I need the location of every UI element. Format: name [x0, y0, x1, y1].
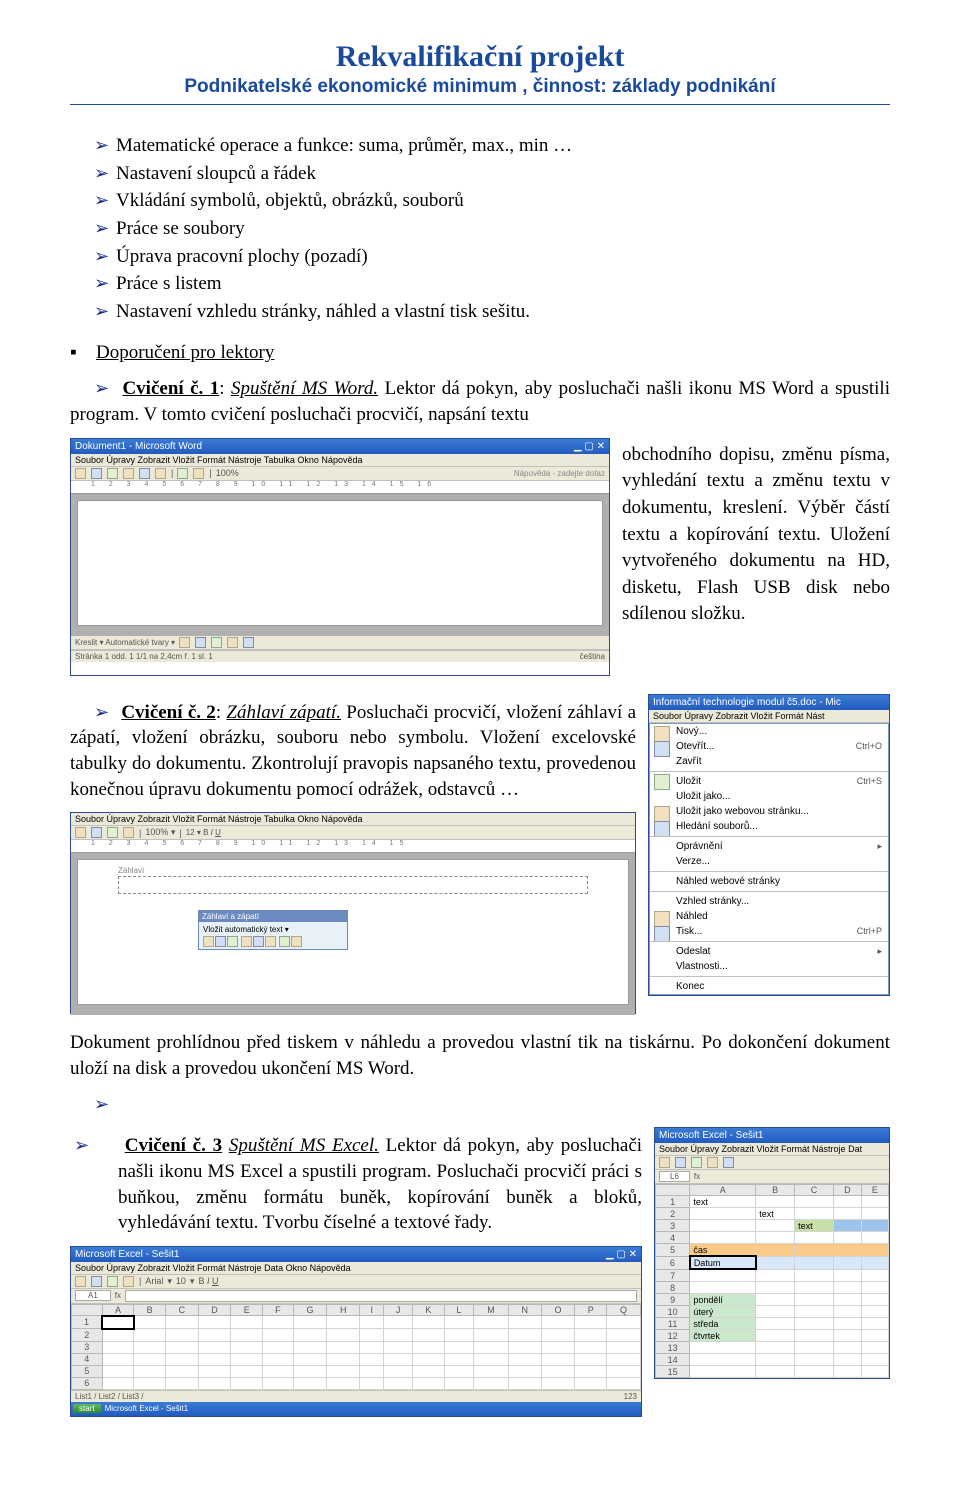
- toolbar-standard[interactable]: | |100% Nápověda - zadejte dotaz: [71, 467, 609, 481]
- cv1-right-text: obchodního dopisu, změnu písma, vyhledán…: [622, 438, 890, 628]
- spreadsheet-grid[interactable]: AB CD E 1text 2text 3text 4 5čas 6Datum …: [655, 1184, 889, 1378]
- word-file-menu-screenshot: Informační technologie modul č5.doc - Mi…: [648, 694, 890, 996]
- statusbar: Stránka 1 odd. 1 1/1 na 2,4cm ř. 1 sl. 1…: [71, 650, 609, 662]
- cv3-label: Cvičení č. 3: [125, 1135, 222, 1156]
- toolbar[interactable]: [655, 1156, 889, 1170]
- menu-item-properties[interactable]: Vlastnosti...: [650, 959, 888, 974]
- cv-mid-text: Dokument prohlídnou před tiskem v náhled…: [70, 1030, 890, 1081]
- bullet-item: Matematické operace a funkce: suma, prům…: [116, 133, 890, 159]
- doc-title: Rekvalifikační projekt: [70, 40, 890, 74]
- word-header-footer-screenshot: Soubor Úpravy Zobrazit Vložit Formát Nás…: [70, 812, 636, 1014]
- window-title: Microsoft Excel - Sešit1: [659, 1130, 763, 1141]
- draw-toolbar-label[interactable]: Kreslit ▾ Automatické tvary ▾: [75, 638, 175, 647]
- sheet-tabs[interactable]: List1 / List2 / List3 /: [75, 1392, 143, 1401]
- draw-toolbar[interactable]: Kreslit ▾ Automatické tvary ▾: [71, 636, 609, 650]
- spreadsheet-grid[interactable]: ABC DEF GHI JKL MNO PQ 1 2 3 4 5 6: [71, 1304, 641, 1390]
- menu-item-send[interactable]: Odeslat▸: [650, 941, 888, 959]
- menu-item-exit[interactable]: Konec: [650, 976, 888, 994]
- menubar[interactable]: Soubor Úpravy Zobrazit Vložit Formát Nás…: [71, 813, 635, 826]
- formula-bar[interactable]: L6 fx: [655, 1170, 889, 1184]
- help-hint[interactable]: Nápověda - zadejte dotaz: [514, 469, 605, 478]
- formula-bar[interactable]: A1 fx: [71, 1289, 641, 1304]
- cv1-lead: Cvičení č. 1: Spuštění MS Word. Lektor d…: [70, 376, 890, 427]
- menubar[interactable]: Soubor Úpravy Zobrazit Vložit Formát Nás…: [71, 454, 609, 467]
- hf-toolbar-autotext[interactable]: Vložit automatický text ▾: [203, 925, 343, 934]
- menu-item-open[interactable]: Otevřít...Ctrl+O: [650, 739, 888, 754]
- name-box[interactable]: A1: [75, 1290, 111, 1301]
- cv1-label: Cvičení č. 1: [122, 378, 219, 399]
- menu-item-page-setup[interactable]: Vzhled stránky...: [650, 891, 888, 909]
- window-titlebar: Dokument1 - Microsoft Word ▁ ▢ ✕: [71, 439, 609, 454]
- menu-item-save[interactable]: UložitCtrl+S: [650, 771, 888, 789]
- header-footer-toolbar[interactable]: Záhlaví a zápatí Vložit automatický text…: [198, 910, 348, 950]
- zoom-box[interactable]: 100%: [216, 468, 239, 478]
- menu-item-permissions[interactable]: Oprávnění▸: [650, 836, 888, 854]
- ruler: 1 2 3 4 5 6 7 8 9 10 11 12 13 14 15 16: [71, 481, 609, 494]
- window-title: Microsoft Excel - Sešit1: [75, 1249, 179, 1260]
- name-box[interactable]: L6: [659, 1171, 690, 1182]
- toolbar-standard[interactable]: |100% ▾ |12 ▾ B I U: [71, 826, 635, 840]
- bullet-item: Práce se soubory: [116, 216, 890, 242]
- menu-item-close[interactable]: Zavřít: [650, 754, 888, 769]
- menu-item-versions[interactable]: Verze...: [650, 854, 888, 869]
- doc-subtitle: Podnikatelské ekonomické minimum , činno…: [70, 76, 890, 98]
- bullet-item: Nastavení sloupců a řádek: [116, 161, 890, 187]
- menu-item-web-preview[interactable]: Náhled webové stránky: [650, 871, 888, 889]
- cv2-para: Cvičení č. 2: Záhlaví zápatí. Posluchači…: [70, 700, 636, 803]
- ruler: 1 2 3 4 5 6 7 8 9 10 11 12 13 14 15: [71, 840, 635, 853]
- menu-item-preview[interactable]: Náhled: [650, 909, 888, 924]
- menubar[interactable]: Soubor Úpravy Zobrazit Vložit Formát Nás…: [649, 710, 889, 723]
- cv3-para: ➢ Cvičení č. 3 Spuštění MS Excel. Lektor…: [118, 1133, 642, 1236]
- hf-toolbar-title: Záhlaví a zápatí: [199, 911, 347, 922]
- window-title: Informační technologie modul č5.doc - Mi…: [653, 697, 841, 708]
- recommend-heading: Doporučení pro lektory: [70, 342, 890, 364]
- top-bullet-list: Matematické operace a funkce: suma, prům…: [70, 133, 890, 324]
- cv2-label: Cvičení č. 2: [121, 702, 216, 723]
- window-titlebar: Informační technologie modul č5.doc - Mi…: [649, 695, 889, 710]
- cv2-sub: Záhlaví zápatí.: [226, 702, 341, 723]
- bullet-item: Nastavení vzhledu stránky, náhled a vlas…: [116, 299, 890, 325]
- bullet-item: Vkládání symbolů, objektů, obrázků, soub…: [116, 188, 890, 214]
- menubar[interactable]: Soubor Úpravy Zobrazit Vložit Formát Nás…: [655, 1143, 889, 1156]
- excel-big-screenshot: Microsoft Excel - Sešit1▁ ▢ ✕ Soubor Úpr…: [70, 1246, 642, 1417]
- menubar[interactable]: Soubor Úpravy Zobrazit Vložit Formát Nás…: [71, 1262, 641, 1275]
- window-title: Dokument1 - Microsoft Word: [75, 441, 202, 452]
- word-screenshot: Dokument1 - Microsoft Word ▁ ▢ ✕ Soubor …: [70, 438, 610, 676]
- bullet-item: Práce s listem: [116, 271, 890, 297]
- cv1-sub: Spuštění MS Word.: [231, 378, 378, 399]
- toolbar[interactable]: |Arial▾ 10▾ B I U: [71, 1275, 641, 1289]
- bullet-item: Úprava pracovní plochy (pozadí): [116, 244, 890, 270]
- menu-item-find-files[interactable]: Hledání souborů...: [650, 819, 888, 834]
- menu-item-print[interactable]: Tisk...Ctrl+P: [650, 924, 888, 939]
- start-button[interactable]: start: [73, 1404, 101, 1413]
- cv3-sub: Spuštění MS Excel.: [229, 1135, 379, 1156]
- menu-item-save-as[interactable]: Uložit jako...: [650, 789, 888, 804]
- menu-item-save-web[interactable]: Uložit jako webovou stránku...: [650, 804, 888, 819]
- menu-item-new[interactable]: Nový...: [650, 724, 888, 739]
- header-rule: [70, 104, 890, 105]
- excel-small-screenshot: Microsoft Excel - Sešit1 Soubor Úpravy Z…: [654, 1127, 890, 1379]
